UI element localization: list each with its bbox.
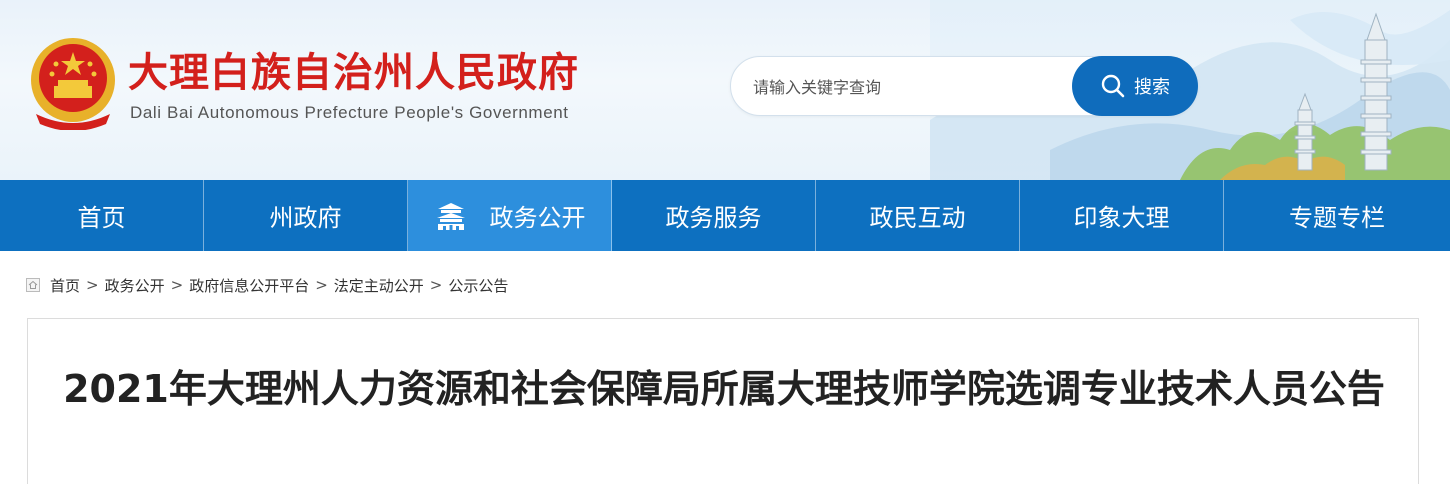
nav-item-public-interaction[interactable]: 政民互动	[816, 180, 1020, 251]
breadcrumb-announcements[interactable]: 公示公告	[448, 275, 508, 296]
breadcrumb-separator: >	[315, 276, 328, 294]
search-icon	[1101, 74, 1125, 98]
national-emblem-icon	[31, 38, 115, 130]
nav-item-special-topics[interactable]: 专题专栏	[1224, 180, 1450, 251]
search-input[interactable]	[753, 73, 1063, 101]
nav-item-label: 政民互动	[869, 204, 966, 232]
article-title: 2021年大理州人力资源和社会保障局所属大理技师学院选调专业技术人员公告	[63, 367, 1385, 411]
main-nav: 首页 州政府 政务公开 政务服务 政民互动 印象大理 专题专栏	[0, 180, 1450, 251]
nav-item-label: 专题专栏	[1289, 204, 1385, 232]
site-subtitle: Dali Bai Autonomous Prefecture People's …	[130, 103, 569, 122]
nav-item-label: 州政府	[269, 204, 342, 232]
nav-item-label: 政务服务	[665, 204, 762, 232]
nav-item-prefecture-government[interactable]: 州政府	[204, 180, 408, 251]
nav-item-impression-dali[interactable]: 印象大理	[1020, 180, 1224, 251]
article-container: 2021年大理州人力资源和社会保障局所属大理技师学院选调专业技术人员公告	[27, 318, 1419, 484]
site-title: 大理白族自治州人民政府	[128, 50, 579, 96]
breadcrumb-separator: >	[429, 276, 443, 294]
home-icon	[26, 278, 40, 292]
nav-item-government-services[interactable]: 政务服务	[612, 180, 816, 251]
nav-item-label: 印象大理	[1073, 204, 1170, 232]
breadcrumb-statutory-disclosure[interactable]: 法定主动公开	[334, 275, 424, 296]
breadcrumb: 首页 > 政务公开 > 政府信息公开平台 > 法定主动公开 > 公示公告	[26, 273, 508, 297]
gate-icon	[436, 202, 465, 230]
breadcrumb-separator: >	[86, 276, 99, 294]
site-header: 大理白族自治州人民政府 Dali Bai Autonomous Prefectu…	[0, 0, 1450, 180]
search-button-label: 搜索	[1134, 77, 1170, 98]
breadcrumb-home[interactable]: 首页	[50, 275, 80, 296]
nav-item-label: 首页	[77, 204, 126, 232]
nav-item-government-affairs-disclosure[interactable]: 政务公开	[408, 180, 612, 251]
breadcrumb-disclosure-platform[interactable]: 政府信息公开平台	[189, 275, 309, 296]
search-button[interactable]: 搜索	[1072, 56, 1198, 116]
search-box: 搜索	[730, 56, 1198, 116]
nav-item-home[interactable]: 首页	[0, 180, 204, 251]
breadcrumb-separator: >	[170, 276, 184, 294]
nav-item-label: 政务公开	[489, 204, 586, 232]
breadcrumb-government-affairs[interactable]: 政务公开	[105, 275, 165, 296]
